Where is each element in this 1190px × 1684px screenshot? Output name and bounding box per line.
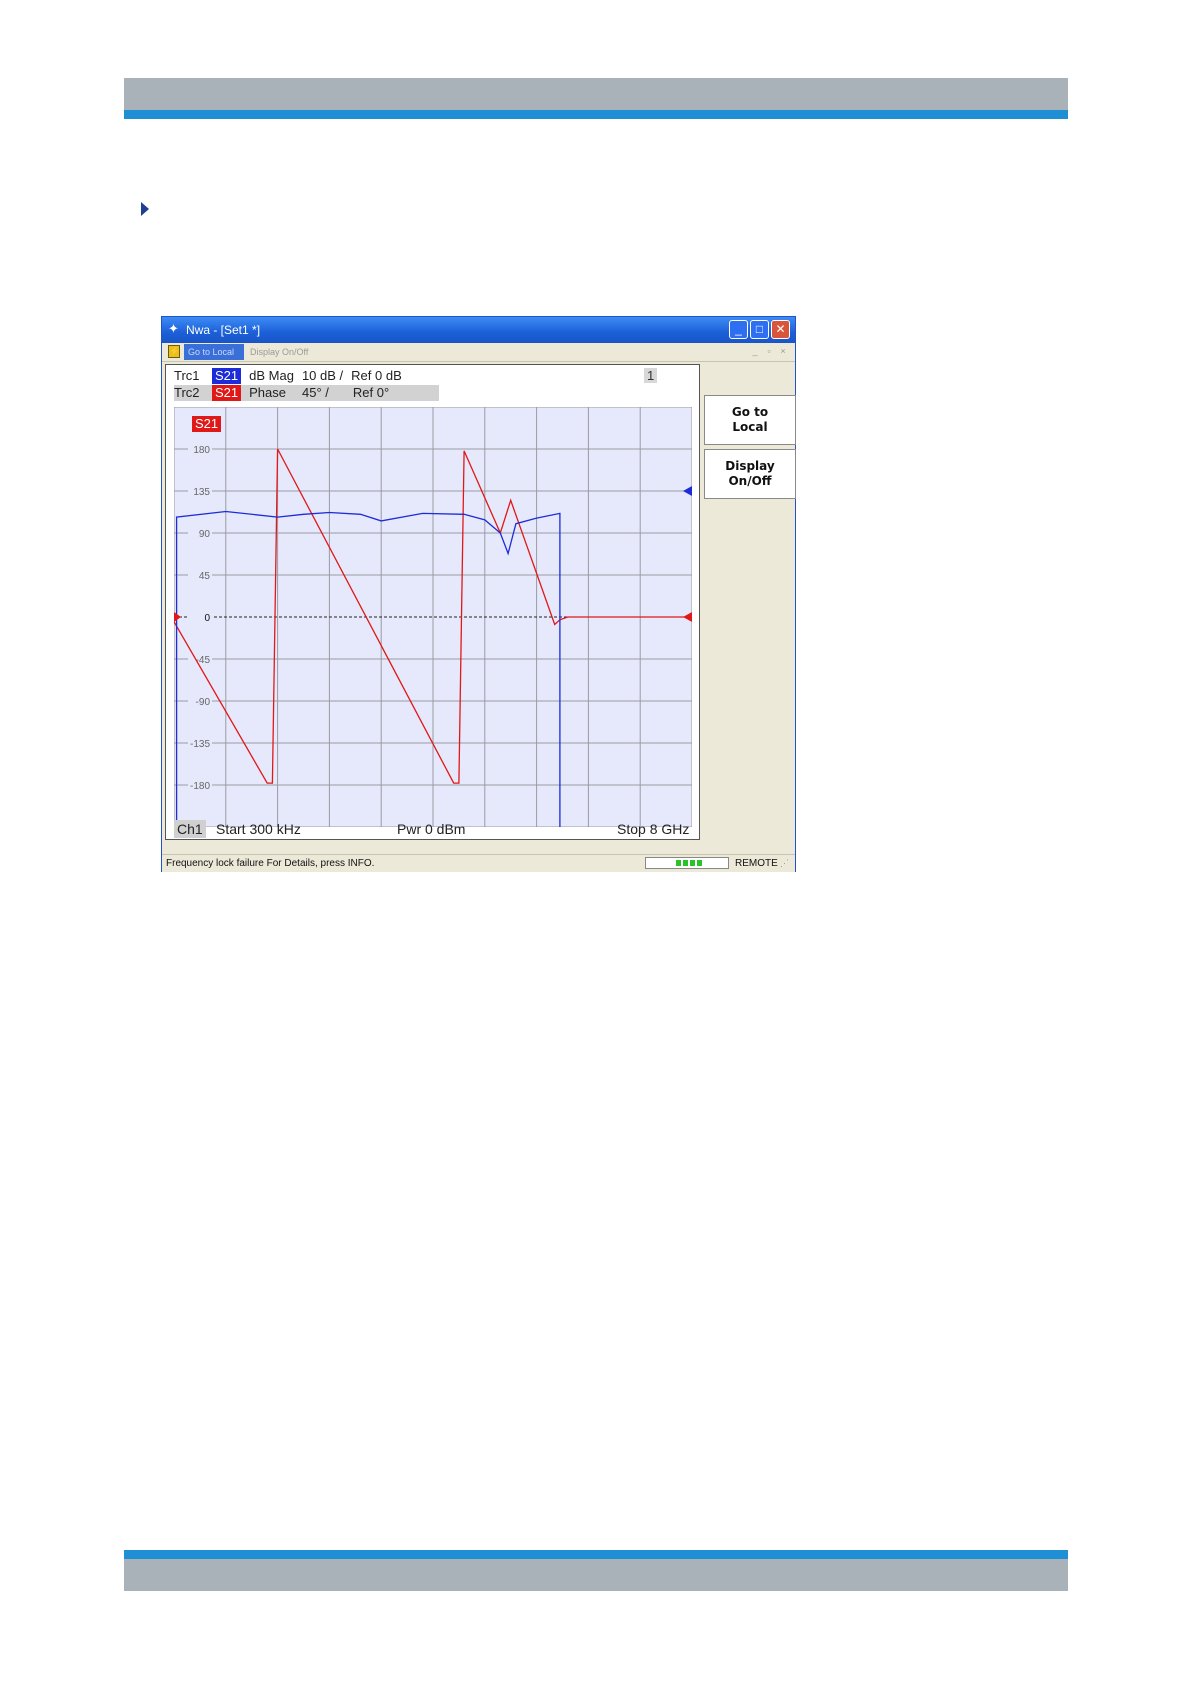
channel-number-badge: 1 bbox=[644, 368, 658, 383]
trace-ref: Ref 0 dB bbox=[351, 368, 402, 383]
page-footer-band bbox=[124, 1559, 1068, 1591]
trace-format: Phase bbox=[249, 385, 287, 400]
y-tick-label: -180 bbox=[190, 781, 210, 792]
toolbar-display-on-off[interactable]: Display On/Off bbox=[250, 344, 308, 360]
lightning-icon[interactable]: ⚡ bbox=[168, 345, 180, 358]
start-frequency: Start 300 kHz bbox=[216, 821, 301, 837]
y-tick-label: -90 bbox=[196, 697, 211, 708]
app-logo-icon: ✦ bbox=[168, 321, 179, 336]
trace-line-1[interactable]: Trc1 S21 dB Mag 10 dB / Ref 0 dB bbox=[174, 368, 402, 384]
trace-scale: 45° / bbox=[302, 385, 329, 400]
softkey-panel: Go to Local Display On/Off bbox=[702, 364, 796, 840]
y-tick-label: 135 bbox=[193, 487, 210, 498]
status-bar: Frequency lock failure For Details, pres… bbox=[162, 854, 795, 872]
y-tick-label: 0 bbox=[204, 613, 210, 624]
y-tick-label: -45 bbox=[196, 655, 211, 666]
resize-grip-icon[interactable]: ⋰ bbox=[780, 858, 789, 868]
plot-area[interactable]: 180 135 90 45 0 -45 -90 -135 -180 S21 bbox=[174, 407, 692, 827]
bullet-arrow-icon bbox=[141, 202, 149, 216]
mdi-close-button[interactable]: × bbox=[778, 345, 788, 357]
window-title: Nwa - [Set1 *] bbox=[186, 323, 261, 337]
title-bar[interactable]: ✦ Nwa - [Set1 *] _ □ ✕ bbox=[162, 317, 795, 343]
trace-format: dB Mag bbox=[249, 368, 294, 383]
trace-ref: Ref 0° bbox=[352, 385, 390, 400]
y-tick-label: 90 bbox=[199, 529, 211, 540]
remote-indicator: REMOTE bbox=[735, 858, 778, 869]
y-tick-label: -135 bbox=[190, 739, 210, 750]
stop-frequency: Stop 8 GHz bbox=[617, 821, 690, 837]
channel-label[interactable]: Ch1 bbox=[174, 820, 206, 838]
maximize-button[interactable]: □ bbox=[750, 320, 769, 339]
channel-info-row: Ch1 Start 300 kHz Pwr 0 dBm Stop 8 GHz bbox=[166, 820, 699, 838]
diagram-area[interactable]: Trc1 S21 dB Mag 10 dB / Ref 0 dB Trc2 S21 Phas… bbox=[165, 364, 700, 840]
trace-name: Trc2 bbox=[174, 385, 200, 400]
toolbar: ⚡ Go to Local Display On/Off _ ▫ × bbox=[162, 343, 795, 362]
y-tick-label: 180 bbox=[193, 445, 210, 456]
close-button[interactable]: ✕ bbox=[771, 320, 790, 339]
progress-indicator bbox=[645, 857, 729, 869]
y-tick-label: 45 bbox=[199, 571, 211, 582]
display-on-off-button[interactable]: Display On/Off bbox=[704, 449, 796, 499]
minimize-button[interactable]: _ bbox=[729, 320, 748, 339]
power-level: Pwr 0 dBm bbox=[397, 821, 466, 837]
status-message: Frequency lock failure For Details, pres… bbox=[166, 858, 375, 869]
phase-magnitude-chart: 180 135 90 45 0 -45 -90 -135 -180 bbox=[174, 407, 692, 827]
page-header-band bbox=[124, 78, 1068, 110]
mdi-restore-button[interactable]: ▫ bbox=[764, 345, 774, 357]
trace-param-badge: S21 bbox=[212, 368, 242, 384]
trace-name: Trc1 bbox=[174, 368, 200, 383]
toolbar-go-to-local[interactable]: Go to Local bbox=[184, 344, 244, 360]
page-footer-rule bbox=[124, 1550, 1068, 1559]
nwa-window: ✦ Nwa - [Set1 *] _ □ ✕ ⚡ Go to Local Dis… bbox=[161, 316, 796, 872]
trace-scale: 10 dB / bbox=[301, 368, 344, 383]
trace-param-badge: S21 bbox=[212, 385, 242, 401]
diagram-trace-badge: S21 bbox=[192, 416, 222, 432]
go-to-local-button[interactable]: Go to Local bbox=[704, 395, 796, 445]
page-header-rule bbox=[124, 110, 1068, 119]
mdi-minimize-button[interactable]: _ bbox=[750, 345, 760, 357]
trace-line-2[interactable]: Trc2 S21 Phase 45° / Ref 0° bbox=[174, 385, 439, 401]
